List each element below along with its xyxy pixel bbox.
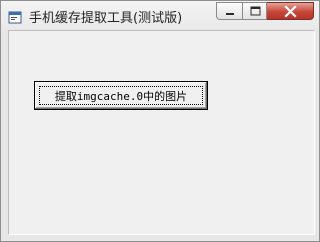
maximize-icon (250, 6, 261, 16)
close-icon (284, 5, 297, 18)
close-button[interactable] (267, 2, 314, 20)
app-window: 手机缓存提取工具(测试版) 提取imgcache.0中的图片 (0, 0, 320, 242)
title-bar[interactable]: 手机缓存提取工具(测试版) (1, 1, 319, 29)
client-area: 提取imgcache.0中的图片 (8, 30, 315, 235)
extract-imgcache-button[interactable]: 提取imgcache.0中的图片 (34, 81, 208, 110)
window-title: 手机缓存提取工具(测试版) (29, 11, 183, 26)
app-form-icon[interactable] (8, 9, 22, 24)
maximize-button[interactable] (242, 2, 267, 20)
minimize-icon (226, 13, 234, 15)
minimize-button[interactable] (216, 2, 242, 20)
extract-button-label: 提取imgcache.0中的图片 (54, 89, 188, 103)
